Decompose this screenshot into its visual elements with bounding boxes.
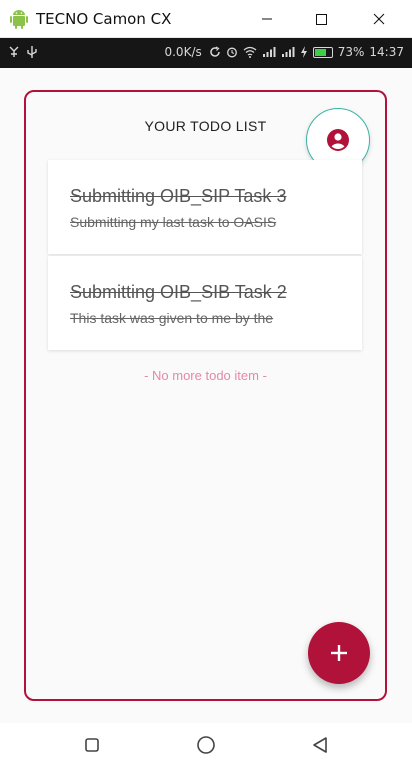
usb-debug-icon [9, 46, 19, 57]
usb-icon [27, 46, 37, 58]
sync-icon [210, 46, 220, 57]
back-button[interactable] [308, 733, 332, 757]
todo-card[interactable]: Submitting OIB_SIB Task 2 This task was … [48, 256, 362, 350]
close-icon [373, 13, 385, 25]
todo-description: This task was given to me by the [70, 310, 274, 326]
todo-description: Submitting my last task to OASIS [70, 214, 277, 230]
battery-percent: 73% [337, 45, 365, 59]
signal-icon [281, 47, 295, 57]
maximize-button[interactable] [298, 4, 344, 34]
signal-icon [262, 47, 276, 57]
window-title: TECNO Camon CX [36, 10, 172, 28]
status-time: 14:37 [369, 45, 404, 59]
maximize-icon [316, 14, 327, 25]
home-button[interactable] [194, 733, 218, 757]
charging-icon [300, 46, 307, 58]
status-bar: 0.0K/s 73% 14:37 [0, 38, 412, 68]
todo-title: Submitting OIB_SIP Task 3 [70, 186, 287, 206]
todo-card[interactable]: Submitting OIB_SIP Task 3 Submitting my … [48, 160, 362, 254]
recents-icon [85, 738, 99, 752]
wifi-icon [243, 46, 257, 58]
add-todo-button[interactable] [308, 622, 370, 684]
empty-list-message: - No more todo item - [144, 368, 267, 383]
window-titlebar: TECNO Camon CX [0, 0, 412, 38]
alarm-icon [226, 47, 237, 58]
close-button[interactable] [356, 4, 402, 34]
net-speed: 0.0K/s [164, 45, 202, 59]
recents-button[interactable] [80, 733, 104, 757]
todo-title: Submitting OIB_SIB Task 2 [70, 282, 287, 302]
battery-icon [312, 46, 333, 58]
minimize-icon [262, 18, 272, 20]
app-screen: YOUR TODO LIST Submitting OIB_SIP Task 3… [0, 68, 412, 723]
home-icon [197, 736, 215, 754]
android-nav-bar [0, 723, 412, 767]
minimize-button[interactable] [244, 4, 290, 34]
android-icon [10, 10, 28, 29]
back-icon [313, 737, 327, 753]
account-circle-icon [327, 129, 349, 151]
todo-container: YOUR TODO LIST Submitting OIB_SIP Task 3… [24, 90, 387, 701]
plus-icon [331, 645, 347, 661]
